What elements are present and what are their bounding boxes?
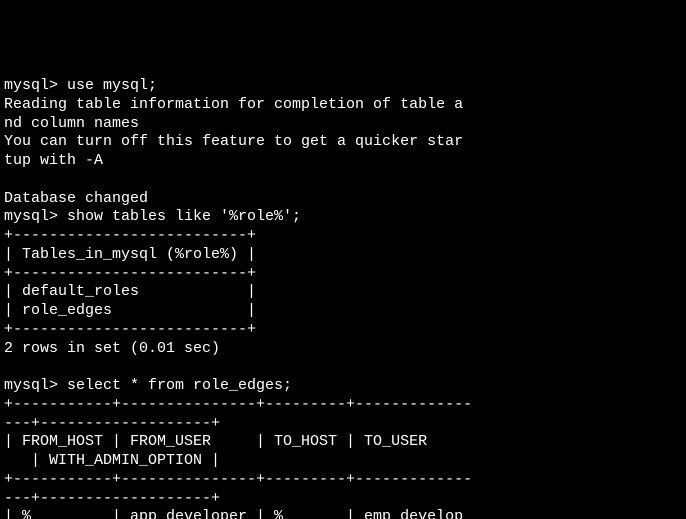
terminal-line: mysql> show tables like '%role%'; <box>4 208 301 225</box>
terminal-line: 2 rows in set (0.01 sec) <box>4 340 220 357</box>
terminal-line: Reading table information for completion… <box>4 96 463 113</box>
terminal-line: You can turn off this feature to get a q… <box>4 133 463 150</box>
terminal-line: | default_roles | <box>4 283 256 300</box>
terminal-line: +-----------+---------------+---------+-… <box>4 471 472 488</box>
terminal-line: Database changed <box>4 190 148 207</box>
terminal-line: mysql> select * from role_edges; <box>4 377 292 394</box>
mysql-terminal[interactable]: mysql> use mysql; Reading table informat… <box>0 75 686 519</box>
terminal-line: mysql> use mysql; <box>4 77 157 94</box>
terminal-line: | role_edges | <box>4 302 256 319</box>
terminal-line: | FROM_HOST | FROM_USER | TO_HOST | TO_U… <box>4 433 472 450</box>
terminal-line: | Tables_in_mysql (%role%) | <box>4 246 256 263</box>
terminal-line: nd column names <box>4 115 139 132</box>
terminal-line: tup with -A <box>4 152 103 169</box>
terminal-line: | % | app_developer | % | emp_develop <box>4 508 463 519</box>
terminal-line: ---+-------------------+ <box>4 490 220 507</box>
terminal-line: +-----------+---------------+---------+-… <box>4 396 472 413</box>
terminal-line: +--------------------------+ <box>4 265 256 282</box>
terminal-line: | WITH_ADMIN_OPTION | <box>4 452 220 469</box>
terminal-line: +--------------------------+ <box>4 321 256 338</box>
terminal-line: +--------------------------+ <box>4 227 256 244</box>
terminal-line: ---+-------------------+ <box>4 415 220 432</box>
